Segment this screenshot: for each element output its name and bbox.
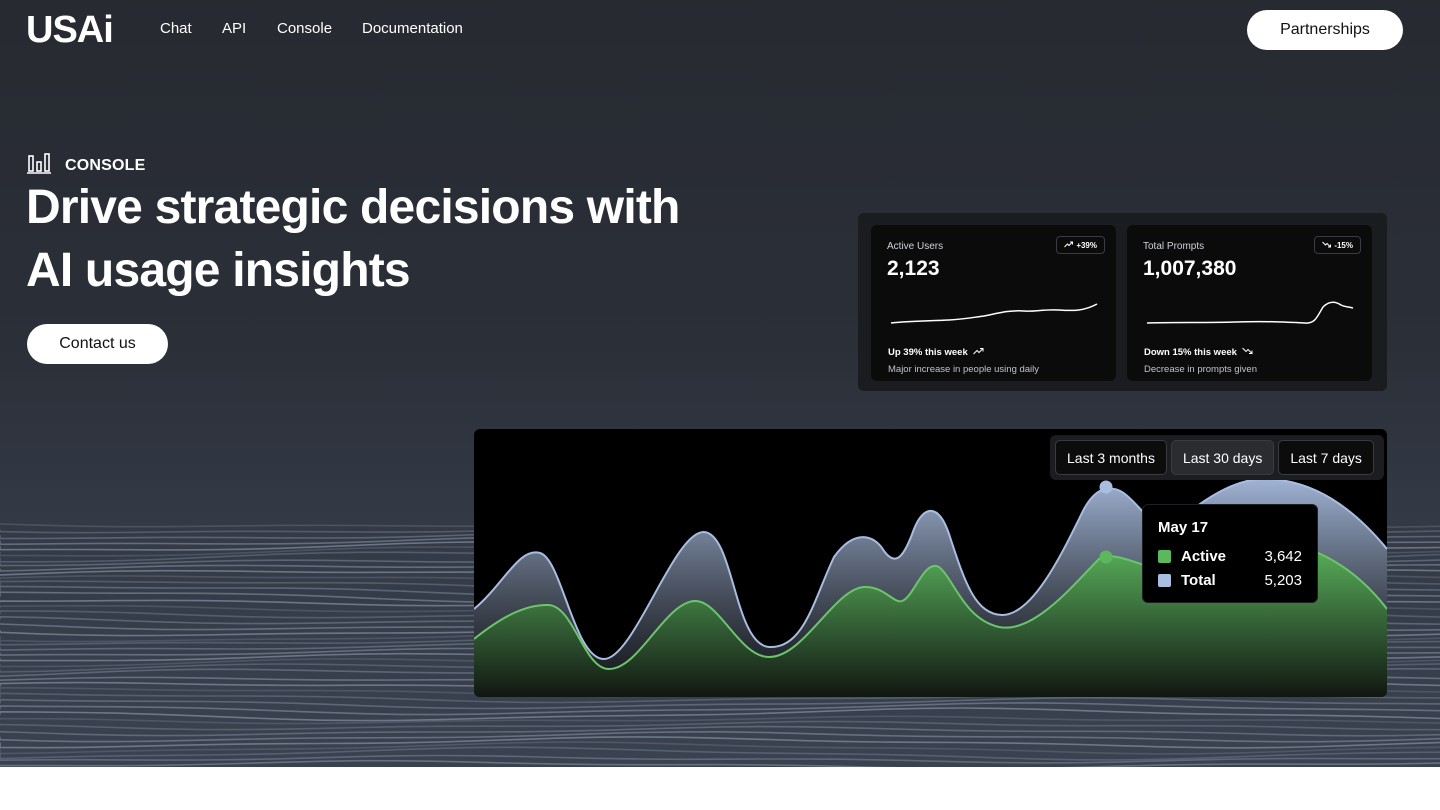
- nav-link-documentation[interactable]: Documentation: [362, 20, 463, 37]
- active-hover-point[interactable]: [1099, 550, 1113, 564]
- active-users-sparkline: [890, 303, 1098, 324]
- trend-up-icon: [1064, 241, 1074, 250]
- stat-badge: +39%: [1056, 236, 1105, 254]
- stat-badge: -15%: [1314, 236, 1361, 254]
- top-navigation: USAi Chat API Console Documentation Part…: [0, 0, 1440, 60]
- time-range-selector: Last 3 months Last 30 days Last 7 days: [1050, 435, 1384, 480]
- range-last-30-days[interactable]: Last 30 days: [1170, 440, 1275, 475]
- stat-card-active-users: Active Users 2,123 +39% Up 39% this week…: [871, 225, 1116, 381]
- wave-line: [0, 736, 1440, 749]
- tooltip-series-name: Active: [1181, 547, 1227, 565]
- trend-down-icon: [1322, 241, 1332, 250]
- stat-trend: Down 15% this week: [1144, 347, 1253, 358]
- partnerships-button[interactable]: Partnerships: [1247, 10, 1403, 50]
- total-hover-point[interactable]: [1099, 480, 1113, 494]
- tooltip-row-total: Total 5,203: [1158, 568, 1302, 592]
- bar-chart-icon: [27, 152, 51, 179]
- stat-value: 1,007,380: [1143, 257, 1237, 280]
- wave-line: [0, 759, 1440, 767]
- chart-tooltip: May 17 Active 3,642 Total 5,203: [1142, 504, 1318, 603]
- nav-link-api[interactable]: API: [222, 20, 246, 37]
- trend-down-icon: [1242, 347, 1253, 358]
- total-prompts-sparkline: [1146, 301, 1354, 324]
- stat-trend: Up 39% this week: [888, 347, 984, 358]
- wave-line: [0, 715, 1440, 725]
- tooltip-date: May 17: [1158, 519, 1209, 536]
- stat-value: 2,123: [887, 257, 940, 280]
- active-swatch: [1158, 549, 1171, 563]
- range-last-3-months[interactable]: Last 3 months: [1055, 440, 1167, 475]
- stats-panel: Active Users 2,123 +39% Up 39% this week…: [858, 213, 1387, 391]
- tooltip-series-value: 3,642: [1264, 547, 1302, 565]
- range-last-7-days[interactable]: Last 7 days: [1278, 440, 1374, 475]
- eyebrow-label: CONSOLE: [65, 156, 146, 174]
- trend-up-icon: [972, 347, 984, 358]
- stat-description: Major increase in people using daily: [888, 364, 1040, 375]
- hero-headline: Drive strategic decisions with AI usage …: [26, 181, 680, 297]
- tooltip-series-name: Total: [1181, 571, 1216, 589]
- usai-logo[interactable]: USAi: [26, 11, 114, 49]
- nav-link-chat[interactable]: Chat: [160, 20, 192, 37]
- nav-link-console[interactable]: Console: [277, 20, 332, 37]
- total-swatch: [1158, 573, 1171, 587]
- stat-description: Decrease in prompts given: [1144, 364, 1257, 375]
- usage-chart-card: Last 3 months Last 30 days Last 7 days M…: [474, 429, 1387, 697]
- tooltip-row-active: Active 3,642: [1158, 544, 1302, 568]
- eyebrow: CONSOLE: [27, 152, 146, 179]
- contact-us-button[interactable]: Contact us: [27, 324, 168, 364]
- stat-card-total-prompts: Total Prompts 1,007,380 -15% Down 15% th…: [1127, 225, 1372, 381]
- tooltip-series-value: 5,203: [1264, 571, 1302, 589]
